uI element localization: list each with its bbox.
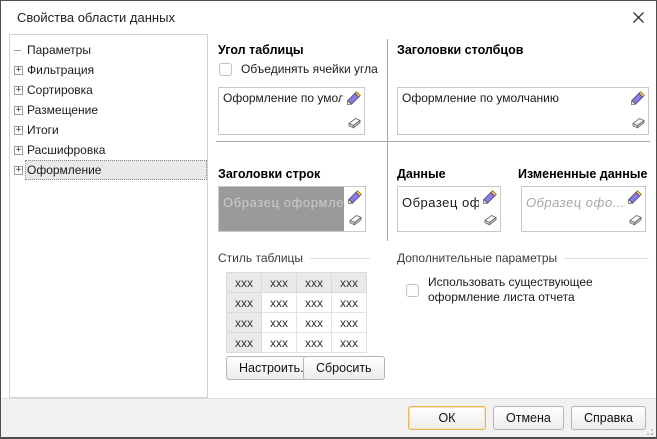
edit-pencil-icon[interactable] [627,190,642,204]
expand-plus-icon[interactable]: + [13,65,25,76]
style-cell: xxx [227,313,262,333]
changed-data-appearance-field[interactable]: Образец офо... [521,186,646,232]
tree-item-label: Расшифровка [25,140,207,160]
use-existing-appearance-row: Использовать существующее оформление лис… [406,275,636,305]
style-cell: xxx [332,293,367,313]
table-style-caption: Стиль таблицы [218,251,370,265]
edit-pencil-icon[interactable] [482,190,497,204]
changed-data-section-title: Измененные данные [518,167,647,181]
row-headers-section-title: Заголовки строк [218,167,320,181]
merge-corner-cells-checkbox[interactable] [219,63,232,76]
additional-parameters-caption: Дополнительные параметры [397,251,649,265]
tree-item-label: Фильтрация [25,60,207,80]
row-headers-appearance-field[interactable]: Образец оформле... [218,186,366,232]
clear-eraser-icon[interactable] [630,116,645,130]
tree-item-label: Параметры [25,40,207,60]
close-icon [632,11,645,24]
data-section-title: Данные [397,167,446,181]
data-appearance-field[interactable]: Образец оф... [397,186,501,232]
use-existing-appearance-label: Использовать существующее оформление лис… [428,275,636,305]
style-cell: xxx [262,273,297,293]
style-cell: xxx [332,313,367,333]
column-headers-appearance-field[interactable]: Оформление по умолчанию [397,87,649,135]
data-appearance-value: Образец оф... [398,187,479,231]
tree-item-label: Итоги [25,120,207,140]
style-cell: xxx [227,273,262,293]
style-cell: xxx [297,293,332,313]
merge-corner-cells-row: Объединять ячейки угла [219,62,378,76]
reset-button[interactable]: Сбросить [303,356,385,380]
corner-appearance-value: Оформление по умолча... [219,88,343,134]
expand-plus-icon[interactable]: + [13,85,25,96]
column-headers-appearance-value: Оформление по умолчанию [398,88,627,134]
style-cell: xxx [297,273,332,293]
edit-pencil-icon[interactable] [347,190,362,204]
resize-grip[interactable] [644,425,654,435]
dialog-data-area-properties: Свойства области данных Параметры+Фильтр… [0,0,657,439]
tree-item-parameters[interactable]: Параметры [10,40,207,60]
clear-eraser-icon[interactable] [482,213,497,227]
style-cell: xxx [332,273,367,293]
edit-pencil-icon[interactable] [346,91,361,105]
ok-button[interactable]: ОК [408,406,486,430]
column-headers-section-title: Заголовки столбцов [397,43,523,57]
help-button[interactable]: Справка [571,406,646,430]
caption-rule [310,258,370,259]
tree-item-sorting[interactable]: +Сортировка [10,80,207,100]
horizontal-divider [216,141,650,142]
tree-item-label: Размещение [25,100,207,120]
merge-corner-cells-label: Объединять ячейки угла [241,62,378,76]
dialog-title: Свойства области данных [17,10,175,25]
tree-item-totals[interactable]: +Итоги [10,120,207,140]
tree-item-drilldown[interactable]: +Расшифровка [10,140,207,160]
tree-item-label: Оформление [25,160,207,180]
use-existing-appearance-checkbox[interactable] [406,284,419,297]
style-cell: xxx [227,333,262,353]
clear-eraser-icon[interactable] [346,116,361,130]
cancel-button[interactable]: Отмена [493,406,564,430]
style-cell: xxx [332,333,367,353]
row-headers-appearance-value: Образец оформле... [219,187,344,231]
expand-plus-icon[interactable]: + [13,125,25,136]
expand-plus-icon[interactable]: + [13,165,25,176]
tree-item-filtering[interactable]: +Фильтрация [10,60,207,80]
style-cell: xxx [297,313,332,333]
vertical-divider [387,39,388,241]
style-cell: xxx [297,333,332,353]
tree-dash-icon [13,45,25,56]
caption-rule [564,258,649,259]
changed-data-appearance-value: Образец офо... [522,187,624,231]
settings-tree: Параметры+Фильтрация+Сортировка+Размещен… [9,34,208,398]
table-style-preview: xxxxxxxxxxxxxxxxxxxxxxxxxxxxxxxxxxxxxxxx… [226,272,367,353]
close-button[interactable] [626,5,650,29]
tree-item-appearance[interactable]: +Оформление [10,160,207,180]
corner-appearance-field[interactable]: Оформление по умолча... [218,87,365,135]
tree-item-label: Сортировка [25,80,207,100]
style-cell: xxx [262,293,297,313]
style-cell: xxx [262,333,297,353]
expand-plus-icon[interactable]: + [13,105,25,116]
tree-item-layout[interactable]: +Размещение [10,100,207,120]
clear-eraser-icon[interactable] [347,213,362,227]
corner-section-title: Угол таблицы [218,43,304,57]
style-cell: xxx [262,313,297,333]
dialog-footer: ОК Отмена Справка [1,398,656,437]
clear-eraser-icon[interactable] [627,213,642,227]
edit-pencil-icon[interactable] [630,91,645,105]
expand-plus-icon[interactable]: + [13,145,25,156]
style-cell: xxx [227,293,262,313]
